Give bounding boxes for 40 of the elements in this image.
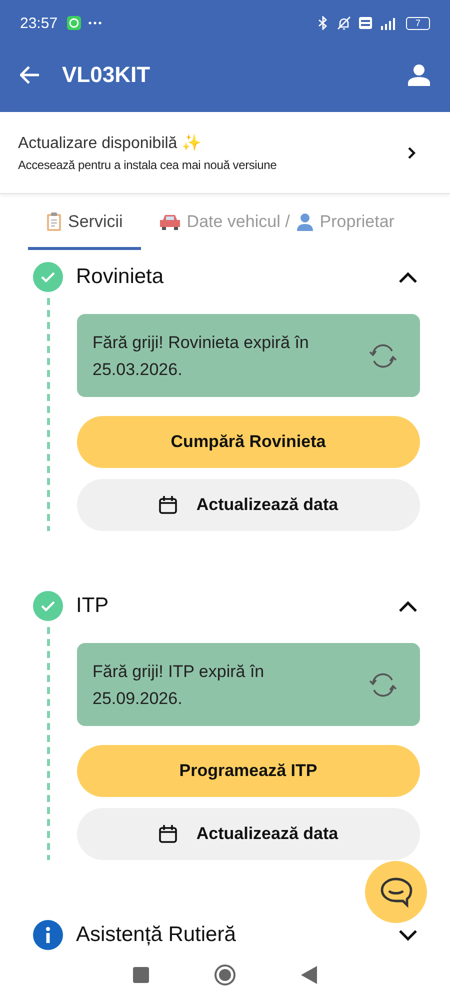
section-title: ITP [76, 594, 110, 618]
chevron-up-icon [399, 600, 417, 612]
chevron-down-icon [399, 930, 417, 940]
chat-bubble-icon [379, 876, 413, 908]
battery-indicator: 7 [406, 16, 430, 30]
bluetooth-icon [317, 16, 329, 30]
tab[interactable]: Servicii [28, 196, 141, 250]
person-icon [408, 64, 430, 86]
car-icon [158, 214, 181, 230]
update-date-button[interactable]: Actualizează data [76, 808, 420, 860]
profile-button[interactable] [408, 64, 430, 86]
app-title: VL03KIT [62, 62, 150, 88]
back-icon[interactable] [301, 966, 318, 984]
action-button[interactable]: Programează ITP [76, 745, 420, 797]
check-circle-icon [33, 591, 63, 621]
chat-app-icon [66, 16, 81, 30]
section-title: Asistență Rutieră [76, 923, 237, 947]
section-title: Rovinieta [76, 265, 165, 289]
back-button[interactable] [20, 66, 40, 84]
status-message: Fără griji! ITP expiră în 25.09.2026. [92, 660, 266, 710]
volte-icon [359, 17, 372, 29]
calendar-icon [158, 824, 178, 844]
person-icon [296, 212, 314, 230]
update-banner[interactable]: Actualizare disponibilă ✨ Accesează pentru a instala cea mai nouă versiune [0, 112, 450, 194]
back-arrow-icon [20, 66, 40, 84]
chevron-right-icon [408, 146, 416, 158]
chevron-up-icon [399, 272, 417, 282]
check-circle-icon [33, 262, 63, 292]
clipboard-icon [46, 212, 62, 232]
calendar-icon [158, 495, 178, 515]
update-date-button[interactable]: Actualizează data [76, 479, 420, 531]
status-message: Fără griji! Rovinieta expiră în 25.03.2026. [92, 332, 310, 380]
status-time: 23:57 [20, 14, 58, 32]
recents-icon[interactable] [132, 967, 149, 983]
refresh-icon [368, 670, 398, 698]
more-icon [88, 21, 102, 25]
home-icon[interactable] [214, 964, 236, 986]
action-button[interactable]: Cumpără Rovinieta [76, 416, 420, 468]
muted-bell-icon [336, 16, 352, 30]
refresh-icon [368, 342, 398, 370]
